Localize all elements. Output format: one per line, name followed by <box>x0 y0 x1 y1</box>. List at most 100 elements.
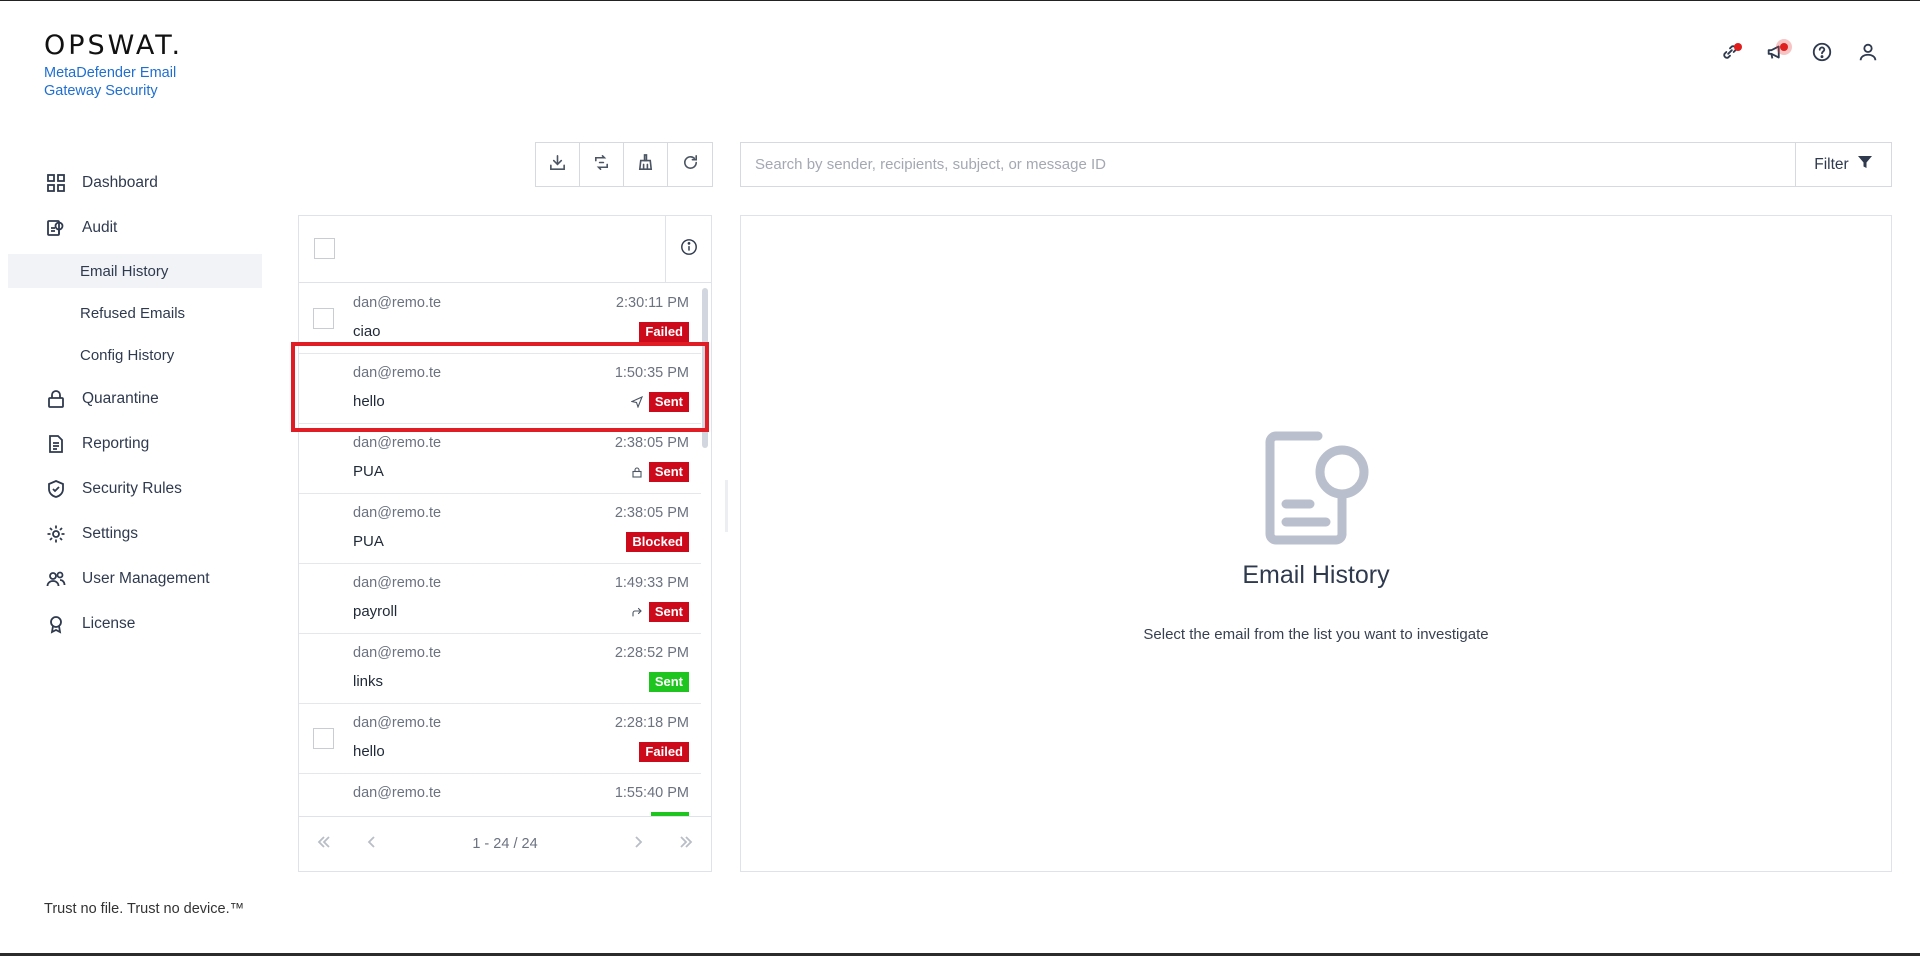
sidebar-item-audit[interactable]: Audit <box>0 205 270 250</box>
filter-button[interactable]: Filter <box>1795 143 1891 186</box>
row-subject: ciao <box>353 323 381 340</box>
sidebar: Dashboard Audit Email History Refused Em… <box>0 160 270 646</box>
row-status: Sent <box>631 602 689 622</box>
sidebar-subitem-label: Config History <box>80 346 175 364</box>
download-button[interactable] <box>536 143 580 186</box>
table-row[interactable]: dan@remo.te PUA 2:38:05 PM Sent <box>299 424 701 494</box>
sidebar-item-dashboard[interactable]: Dashboard <box>0 160 270 205</box>
row-sender: dan@remo.te <box>353 505 442 521</box>
status-badge: Sent <box>648 602 689 622</box>
row-sender: dan@remo.te <box>353 435 442 451</box>
funnel-icon <box>1857 154 1873 175</box>
table-row[interactable]: dan@remo.te PUA 2:38:05 PM Blocked <box>299 494 701 564</box>
row-time: 1:55:40 PM <box>614 785 689 801</box>
product-name: MetaDefender Email Gateway Security <box>44 65 177 99</box>
list-scrollbar[interactable] <box>702 288 708 448</box>
sidebar-item-reporting[interactable]: Reporting <box>0 421 270 466</box>
document-icon <box>46 434 66 454</box>
send-icon <box>630 396 643 408</box>
sidebar-subitem-refused-emails[interactable]: Refused Emails <box>0 292 270 334</box>
table-row[interactable]: dan@remo.te hello 1:50:35 PM Sent <box>299 354 701 424</box>
gear-icon <box>46 524 66 544</box>
next-page-button[interactable] <box>625 834 651 854</box>
table-row[interactable]: dan@remo.te links 2:28:52 PM Sent <box>299 634 701 704</box>
sidebar-item-label: Security Rules <box>82 479 182 497</box>
sidebar-subitem-config-history[interactable]: Config History <box>0 334 270 376</box>
status-badge: Sent <box>648 672 689 692</box>
help-button[interactable] <box>1808 40 1836 68</box>
row-sender: dan@remo.te <box>353 295 442 311</box>
row-time: 1:50:35 PM <box>614 365 689 381</box>
last-page-button[interactable] <box>673 834 699 854</box>
announcements-button[interactable] <box>1762 40 1790 68</box>
row-status: Sent <box>648 672 689 692</box>
row-status: Failed <box>639 742 689 762</box>
row-sender: dan@remo.te <box>353 365 442 381</box>
row-sender: dan@remo.te <box>353 715 442 731</box>
row-sender: dan@remo.te <box>353 645 442 661</box>
table-row[interactable]: dan@remo.te ciao 2:30:11 PM Failed <box>299 284 701 354</box>
row-time: 2:30:11 PM <box>615 295 689 311</box>
row-subject: payroll <box>353 603 398 620</box>
sidebar-item-label: Reporting <box>82 434 150 452</box>
row-time: 2:38:05 PM <box>614 505 689 521</box>
clean-button[interactable] <box>624 143 668 186</box>
first-page-button[interactable] <box>311 834 337 854</box>
filter-label: Filter <box>1814 155 1849 173</box>
table-row[interactable]: dan@remo.te 1:55:40 PM <box>299 774 701 816</box>
brand-logo[interactable]: OPSWAT. MetaDefender Email Gateway Secur… <box>44 32 204 100</box>
sidebar-item-user-management[interactable]: User Management <box>0 556 270 601</box>
row-checkbox[interactable] <box>313 728 334 749</box>
dashboard-icon <box>46 173 66 193</box>
list-header <box>299 216 711 283</box>
table-row[interactable]: dan@remo.te payroll 1:49:33 PM Sent <box>299 564 701 634</box>
audit-icon <box>46 218 66 238</box>
lock-icon <box>46 389 66 409</box>
badge-icon <box>46 614 66 634</box>
top-toolbar <box>1716 40 1882 68</box>
table-row[interactable]: dan@remo.te hello 2:28:18 PM Failed <box>299 704 701 774</box>
row-subject: PUA <box>353 533 384 550</box>
sidebar-item-label: Audit <box>82 218 118 236</box>
sidebar-item-label: License <box>82 614 136 632</box>
row-status: Sent <box>630 392 689 412</box>
resend-button[interactable] <box>580 143 624 186</box>
info-icon <box>680 238 698 260</box>
email-list-panel: dan@remo.te ciao 2:30:11 PM Failed dan@r… <box>298 215 712 872</box>
audit-illustration-icon <box>1265 431 1369 545</box>
user-menu-button[interactable] <box>1854 40 1882 68</box>
row-subject: hello <box>353 393 385 410</box>
page-indicator: 1 - 24 / 24 <box>472 836 538 852</box>
sidebar-subitem-email-history[interactable]: Email History <box>8 254 262 288</box>
info-button[interactable] <box>665 216 711 282</box>
users-icon <box>46 569 66 589</box>
refresh-button[interactable] <box>668 143 712 186</box>
status-badge: Failed <box>639 322 689 342</box>
row-status: Sent <box>631 462 689 482</box>
row-time: 2:28:52 PM <box>614 645 689 661</box>
help-icon <box>1811 41 1833 67</box>
double-chevron-right-icon <box>678 834 694 854</box>
row-time: 2:38:05 PM <box>614 435 689 451</box>
select-all-checkbox[interactable] <box>314 238 335 259</box>
row-checkbox[interactable] <box>313 308 334 329</box>
search-bar: Filter <box>740 142 1892 187</box>
user-icon <box>1857 41 1879 67</box>
panel-splitter[interactable] <box>725 480 728 532</box>
prev-page-button[interactable] <box>359 834 385 854</box>
row-status: Failed <box>639 322 689 342</box>
sidebar-item-security-rules[interactable]: Security Rules <box>0 466 270 511</box>
chevron-right-icon <box>630 834 646 854</box>
resend-icon <box>592 153 611 176</box>
row-status: Blocked <box>626 532 689 552</box>
sidebar-item-label: User Management <box>82 569 210 587</box>
integrations-button[interactable] <box>1716 40 1744 68</box>
sidebar-item-settings[interactable]: Settings <box>0 511 270 556</box>
sidebar-item-license[interactable]: License <box>0 601 270 646</box>
row-subject: PUA <box>353 463 384 480</box>
refresh-icon <box>681 153 700 176</box>
sidebar-item-quarantine[interactable]: Quarantine <box>0 376 270 421</box>
search-input[interactable] <box>741 143 1795 186</box>
sidebar-item-label: Settings <box>82 524 139 542</box>
status-badge: Blocked <box>626 532 689 552</box>
